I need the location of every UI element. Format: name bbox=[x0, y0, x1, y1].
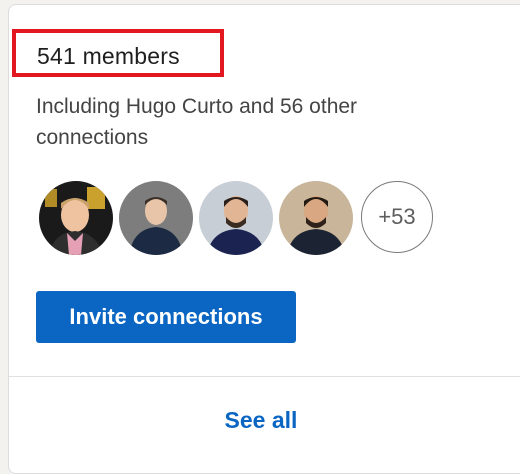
member-avatar-4[interactable] bbox=[279, 181, 353, 255]
person-photo-icon bbox=[279, 181, 353, 255]
member-avatar-2[interactable] bbox=[119, 181, 193, 255]
person-photo-icon bbox=[39, 181, 113, 255]
see-all-link[interactable]: See all bbox=[9, 407, 513, 434]
members-count: 541 members bbox=[37, 43, 180, 69]
avatar-stack: +53 bbox=[39, 181, 433, 255]
members-card: 541 members Including Hugo Curto and 56 … bbox=[8, 4, 520, 474]
more-members-badge[interactable]: +53 bbox=[361, 181, 433, 253]
connections-summary: Including Hugo Curto and 56 other connec… bbox=[36, 95, 358, 149]
divider bbox=[9, 376, 520, 377]
member-avatar-3[interactable] bbox=[199, 181, 273, 255]
invite-connections-button[interactable]: Invite connections bbox=[36, 291, 296, 343]
member-avatar-1[interactable] bbox=[39, 181, 113, 255]
person-photo-icon bbox=[119, 181, 193, 255]
person-photo-icon bbox=[199, 181, 273, 255]
